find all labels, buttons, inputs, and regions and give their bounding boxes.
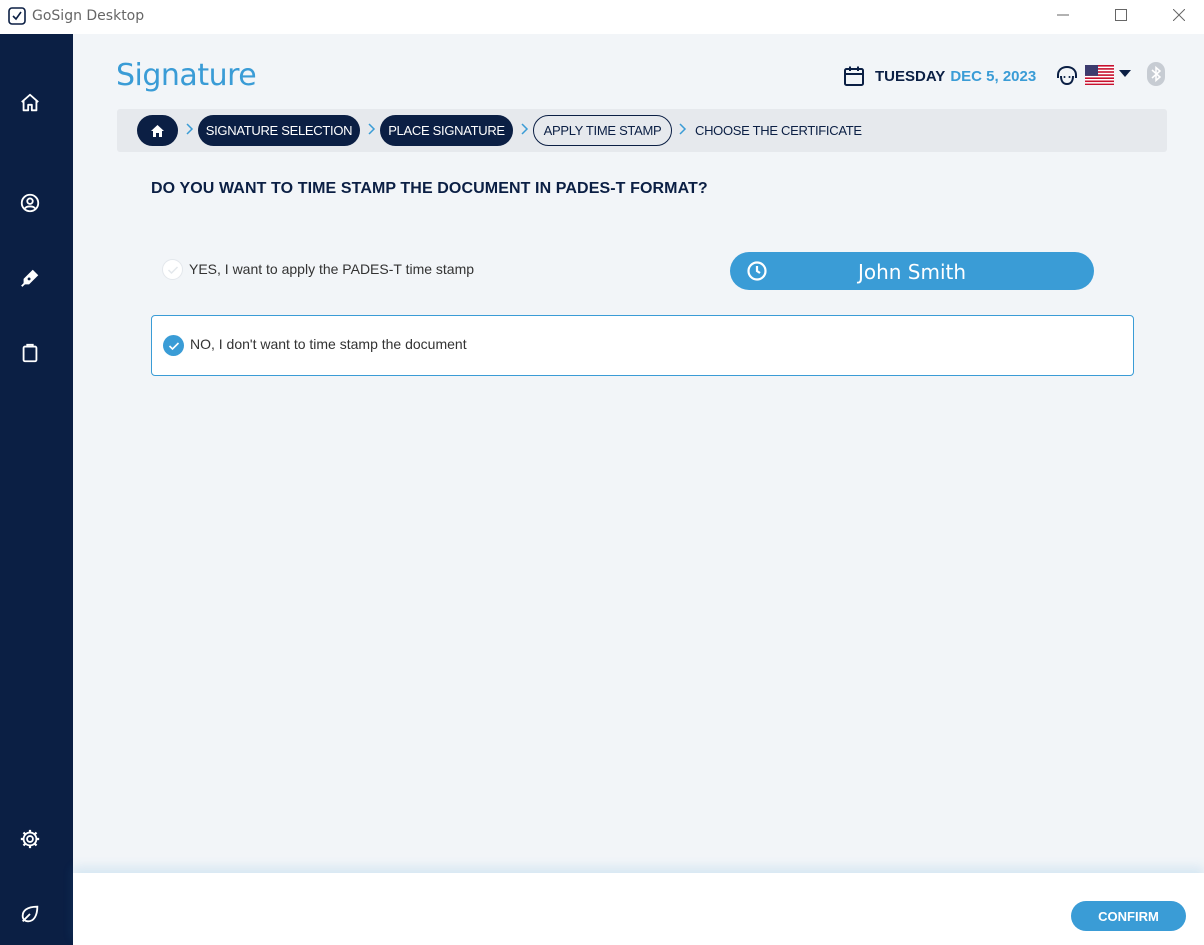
chevron-right-icon (368, 123, 376, 135)
window-titlebar: GoSign Desktop (0, 0, 1204, 34)
maximize-icon (1115, 9, 1127, 21)
footer-bar: CONFIRM (73, 873, 1204, 945)
language-dropdown-caret-icon[interactable] (1119, 70, 1131, 77)
radio-yes[interactable] (162, 259, 183, 280)
window-title: GoSign Desktop (32, 8, 145, 24)
page-title: Signature (116, 58, 257, 93)
check-icon (167, 265, 178, 274)
date-day: TUESDAY (875, 67, 946, 85)
option-yes-timestamp[interactable]: YES, I want to apply the PADES-T time st… (151, 240, 1134, 301)
sidebar-item-home[interactable] (18, 91, 42, 115)
support-headset-icon[interactable] (1055, 64, 1079, 88)
minimize-button[interactable] (1040, 0, 1086, 30)
sidebar-item-eco[interactable] (18, 902, 42, 926)
date-display: TUESDAY DEC 5, 2023 (843, 64, 1036, 88)
date-value: DEC 5, 2023 (950, 67, 1037, 85)
chevron-right-icon (521, 123, 529, 135)
option-yes-label: YES, I want to apply the PADES-T time st… (189, 261, 475, 277)
timestamp-preview-name: John Smith (857, 260, 967, 284)
close-icon (1173, 9, 1185, 21)
leaf-icon (21, 905, 39, 923)
breadcrumb-place-signature[interactable]: PLACE SIGNATURE (380, 115, 513, 146)
minimize-icon (1057, 14, 1069, 16)
option-no-timestamp[interactable]: NO, I don't want to time stamp the docum… (151, 315, 1134, 376)
timestamp-question: DO YOU WANT TO TIME STAMP THE DOCUMENT I… (151, 180, 708, 197)
sidebar (0, 34, 73, 945)
main-content: Signature TUESDAY DEC 5, 2023 SIGNATURE … (73, 34, 1204, 945)
sidebar-item-settings[interactable] (18, 827, 42, 851)
check-icon (168, 341, 179, 350)
breadcrumb-apply-time-stamp[interactable]: APPLY TIME STAMP (533, 115, 672, 146)
us-flag-icon[interactable] (1085, 65, 1114, 85)
home-icon (151, 124, 164, 137)
home-icon (21, 93, 39, 112)
sidebar-item-documents[interactable] (18, 341, 42, 365)
close-button[interactable] (1156, 0, 1202, 30)
clipboard-icon (22, 343, 38, 363)
confirm-button[interactable]: CONFIRM (1071, 901, 1186, 931)
calendar-icon (844, 66, 864, 86)
sidebar-item-profile[interactable] (18, 191, 42, 215)
bluetooth-icon[interactable] (1147, 62, 1165, 86)
sidebar-item-sign[interactable] (18, 266, 42, 290)
option-no-label: NO, I don't want to time stamp the docum… (190, 336, 467, 352)
maximize-button[interactable] (1098, 0, 1144, 30)
breadcrumb-choose-certificate: CHOOSE THE CERTIFICATE (695, 123, 862, 138)
breadcrumb: SIGNATURE SELECTION PLACE SIGNATURE APPL… (117, 109, 1167, 152)
user-icon (20, 193, 40, 213)
gear-icon (20, 829, 40, 849)
gosign-logo-icon (8, 7, 26, 25)
breadcrumb-signature-selection[interactable]: SIGNATURE SELECTION (198, 115, 360, 146)
radio-no[interactable] (163, 335, 184, 356)
chevron-right-icon (679, 123, 687, 135)
breadcrumb-home[interactable] (137, 115, 178, 146)
timestamp-preview: John Smith (730, 252, 1094, 290)
chevron-right-icon (186, 123, 194, 135)
pen-icon (21, 269, 39, 287)
